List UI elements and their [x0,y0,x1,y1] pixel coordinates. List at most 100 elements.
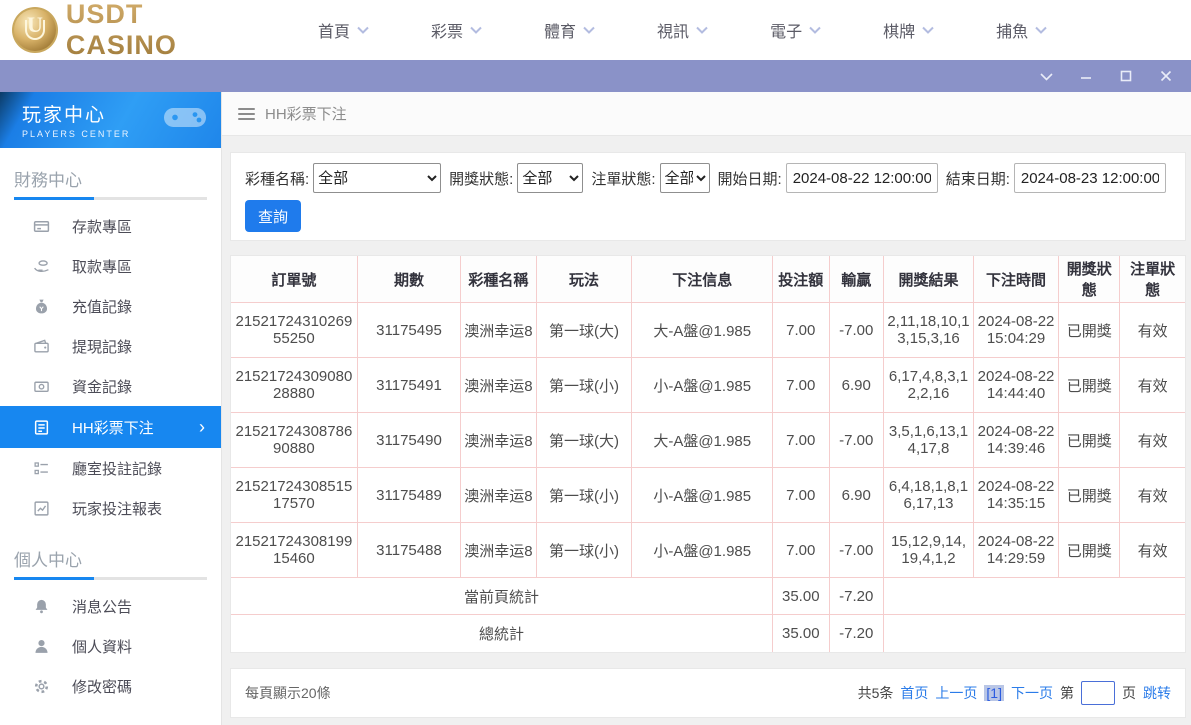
summary-bet-total: 35.00 [773,615,829,652]
logo-letter: U [25,20,45,40]
search-button[interactable]: 查詢 [245,200,301,232]
next-page-link[interactable]: 下一页 [1011,683,1053,703]
bell-icon [32,597,50,615]
table-cell: -7.00 [829,523,884,578]
nav-label: 棋牌 [883,18,915,42]
nav-item-home[interactable]: 首頁 [318,18,369,42]
table-cell: 7.00 [773,303,829,358]
table-cell: -7.00 [829,413,884,468]
table-cell: 7.00 [773,358,829,413]
window-minimize-icon[interactable] [1079,69,1093,83]
order-status-label: 注單狀態: [591,168,655,189]
column-header: 開獎結果 [884,256,974,303]
table-cell: 澳洲幸运8 [461,358,537,413]
bets-table-card: 訂單號期數彩種名稱玩法下注信息投注額輸贏開獎結果下注時間開獎狀態注單狀態 215… [230,255,1186,653]
sidebar-item-label: 玩家投注報表 [72,498,162,519]
sidebar-item-hall-bet-records[interactable]: 廳室投註記錄 [0,448,221,488]
nav-label: 捕魚 [996,18,1028,42]
wallet-icon [32,337,50,355]
sidebar-item-hh-lottery-bets[interactable]: HH彩票下注 › [0,406,221,448]
table-cell: 2024-08-22 14:44:40 [973,358,1058,413]
nav-item-sports[interactable]: 體育 [544,18,595,42]
gear-icon [32,677,50,695]
jump-button[interactable]: 跳转 [1143,683,1171,703]
section-title-finance: 財務中心 [0,148,221,197]
table-cell: 2152172430908028880 [231,358,357,413]
sidebar-item-cashout-records[interactable]: 提現記錄 [0,326,221,366]
nav-item-lottery[interactable]: 彩票 [431,18,482,42]
nav-item-cards[interactable]: 棋牌 [883,18,934,42]
window-maximize-icon[interactable] [1119,69,1133,83]
table-cell: 第一球(小) [536,523,632,578]
sidebar-item-change-password[interactable]: 修改密碼 [0,666,221,706]
section-title-personal: 個人中心 [0,528,221,577]
table-cell: 2024-08-22 15:04:29 [973,303,1058,358]
table-cell: 小-A盤@1.985 [632,523,773,578]
table-cell: 2024-08-22 14:35:15 [973,468,1058,523]
bet-list-icon [32,418,50,436]
section-underline [14,577,207,580]
table-cell: 小-A盤@1.985 [632,358,773,413]
sidebar-item-profile[interactable]: 個人資料 [0,626,221,666]
table-cell: 大-A盤@1.985 [632,303,773,358]
sidebar-item-withdraw[interactable]: 取款專區 [0,246,221,286]
sidebar-item-label: 提現記錄 [72,336,132,357]
sidebar-item-deposit[interactable]: 存款專區 [0,206,221,246]
table-cell: 第一球(大) [536,413,632,468]
table-cell: 31175488 [357,523,460,578]
sidebar-item-fund-records[interactable]: 資金記錄 [0,366,221,406]
table-cell: 2152172430851517570 [231,468,357,523]
table-cell: 已開獎 [1059,358,1120,413]
summary-bet-total: 35.00 [773,578,829,615]
table-cell: 有效 [1120,523,1185,578]
logo-text: USDT CASINO [66,0,262,61]
window-close-icon[interactable] [1159,69,1173,83]
table-cell: 有效 [1120,468,1185,523]
lottery-name-select[interactable]: 全部 [313,163,441,193]
report-chart-icon [32,499,50,517]
sidebar-item-recharge-records[interactable]: 充值記錄 [0,286,221,326]
draw-status-label: 開獎狀態: [449,168,513,189]
end-date-input[interactable] [1014,163,1166,193]
table-cell: 15,12,9,14,19,4,1,2 [884,523,974,578]
chevron-down-icon [1035,26,1047,34]
start-date-input[interactable] [786,163,938,193]
order-status-select[interactable]: 全部 [660,163,710,193]
table-row: 215217243081991546031175488澳洲幸运8第一球(小)小-… [231,523,1185,578]
sidebar-item-player-bet-report[interactable]: 玩家投注報表 [0,488,221,528]
table-cell: 2152172430819915460 [231,523,357,578]
first-page-link[interactable]: 首页 [900,683,928,703]
table-cell: 澳洲幸运8 [461,523,537,578]
sidebar-item-label: 修改密碼 [72,676,132,697]
table-cell: 有效 [1120,303,1185,358]
table-header-row: 訂單號期數彩種名稱玩法下注信息投注額輸贏開獎結果下注時間開獎狀態注單狀態 [231,256,1185,303]
sidebar-item-announcements[interactable]: 消息公告 [0,586,221,626]
window-dropdown-icon[interactable] [1039,69,1053,83]
chevron-right-icon: › [199,418,205,436]
chevron-down-icon [922,26,934,34]
table-row: 215217243085151757031175489澳洲幸运8第一球(小)小-… [231,468,1185,523]
table-cell: 31175489 [357,468,460,523]
table-cell: 2024-08-22 14:39:46 [973,413,1058,468]
summary-label: 總統計 [231,615,773,652]
table-cell: 澳洲幸运8 [461,413,537,468]
hamburger-menu-icon[interactable] [238,108,255,120]
nav-item-slots[interactable]: 電子 [770,18,821,42]
column-header: 彩種名稱 [461,256,537,303]
prev-page-link[interactable]: 上一页 [935,683,977,703]
column-header: 下注信息 [632,256,773,303]
draw-status-select[interactable]: 全部 [517,163,583,193]
table-cell: 第一球(小) [536,358,632,413]
table-cell: 澳洲幸运8 [461,468,537,523]
page-jump-input[interactable] [1081,681,1115,705]
summary-row: 總統計35.00-7.20 [231,615,1185,652]
table-cell: 2152172430878690880 [231,413,357,468]
table-cell: 已開獎 [1059,523,1120,578]
nav-item-video[interactable]: 視訊 [657,18,708,42]
gamepad-icon [163,102,207,132]
table-cell: -7.00 [829,303,884,358]
column-header: 玩法 [536,256,632,303]
column-header: 輸贏 [829,256,884,303]
nav-item-fishing[interactable]: 捕魚 [996,18,1047,42]
table-row: 215217243102695525031175495澳洲幸运8第一球(大)大-… [231,303,1185,358]
